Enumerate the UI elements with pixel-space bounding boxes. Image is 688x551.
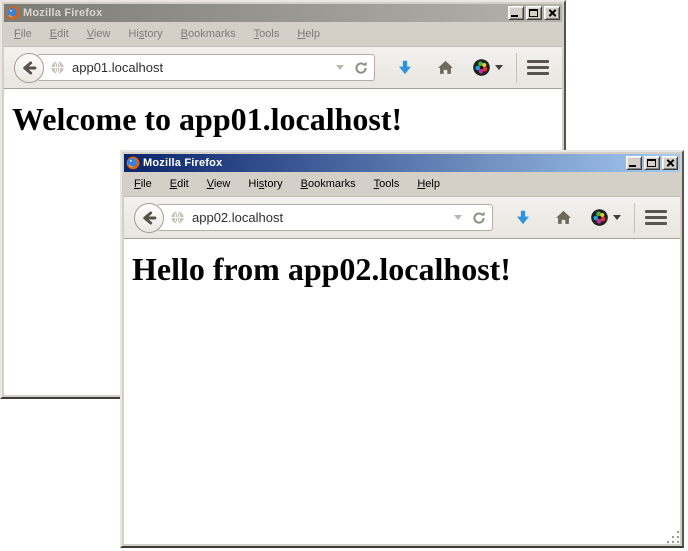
- url-text[interactable]: app02.localhost: [192, 210, 283, 225]
- download-icon: [396, 59, 414, 77]
- menu-edit[interactable]: Edit: [41, 24, 78, 44]
- close-icon: [663, 157, 677, 169]
- menu-file[interactable]: File: [5, 24, 41, 44]
- toolbar-separator: [516, 53, 517, 83]
- close-button[interactable]: [662, 156, 678, 170]
- menubar: File Edit View History Bookmarks Tools H…: [124, 172, 680, 196]
- back-icon: [20, 59, 38, 77]
- page-heading: Welcome to app01.localhost!: [4, 101, 562, 138]
- firefox-icon: [126, 156, 140, 170]
- addon-color-wheel-icon: [590, 208, 609, 227]
- globe-icon: [50, 60, 65, 75]
- home-button[interactable]: [429, 52, 461, 84]
- firefox-window-app02: Mozilla Firefox File Edit View History B…: [120, 150, 684, 548]
- addon-button[interactable]: [585, 202, 625, 234]
- location-dropdown-icon[interactable]: [336, 65, 344, 70]
- maximize-button[interactable]: [526, 6, 542, 20]
- back-icon: [140, 209, 158, 227]
- toolbar-separator: [634, 203, 635, 233]
- menu-bookmarks[interactable]: Bookmarks: [172, 24, 245, 44]
- menu-tools[interactable]: Tools: [365, 174, 409, 194]
- hamburger-menu-icon: [645, 210, 667, 213]
- firefox-icon: [6, 6, 20, 20]
- back-button[interactable]: [134, 203, 164, 233]
- home-icon: [555, 209, 572, 226]
- resize-grip[interactable]: [668, 532, 681, 545]
- addon-dropdown-icon: [495, 65, 503, 70]
- navigation-toolbar: app02.localhost: [124, 196, 680, 238]
- home-icon: [437, 59, 454, 76]
- close-icon: [545, 7, 559, 19]
- menu-history[interactable]: History: [119, 24, 171, 44]
- location-dropdown-icon[interactable]: [454, 215, 462, 220]
- home-button[interactable]: [547, 202, 579, 234]
- window-title: Mozilla Firefox: [23, 7, 102, 19]
- minimize-button[interactable]: [508, 6, 524, 20]
- download-button[interactable]: [507, 202, 539, 234]
- window-title: Mozilla Firefox: [143, 157, 222, 169]
- window-controls: [508, 6, 560, 20]
- menu-help[interactable]: Help: [288, 24, 329, 44]
- maximize-button[interactable]: [644, 156, 660, 170]
- hamburger-menu-icon: [527, 60, 549, 63]
- menu-tools[interactable]: Tools: [245, 24, 289, 44]
- menu-bookmarks[interactable]: Bookmarks: [292, 174, 365, 194]
- minimize-icon: [629, 165, 636, 167]
- addon-button[interactable]: [467, 52, 507, 84]
- desktop: Mozilla Firefox File Edit View History B…: [0, 0, 688, 551]
- back-button[interactable]: [14, 53, 44, 83]
- maximize-icon: [647, 159, 656, 167]
- minimize-icon: [511, 15, 518, 17]
- menu-view[interactable]: View: [78, 24, 120, 44]
- page-content: Hello from app02.localhost!: [124, 238, 680, 544]
- maximize-icon: [529, 9, 538, 17]
- url-text[interactable]: app01.localhost: [72, 60, 163, 75]
- navigation-toolbar: app01.localhost: [4, 46, 562, 88]
- url-bar[interactable]: app01.localhost: [37, 54, 375, 81]
- menu-file[interactable]: File: [125, 174, 161, 194]
- url-bar[interactable]: app02.localhost: [157, 204, 493, 231]
- window-controls: [626, 156, 678, 170]
- download-icon: [514, 209, 532, 227]
- menu-edit[interactable]: Edit: [161, 174, 198, 194]
- minimize-button[interactable]: [626, 156, 642, 170]
- menu-history[interactable]: History: [239, 174, 291, 194]
- titlebar[interactable]: Mozilla Firefox: [4, 4, 562, 22]
- globe-icon: [170, 210, 185, 225]
- titlebar[interactable]: Mozilla Firefox: [124, 154, 680, 172]
- reload-icon[interactable]: [471, 210, 487, 226]
- menu-button[interactable]: [524, 52, 552, 84]
- menu-view[interactable]: View: [198, 174, 240, 194]
- menubar: File Edit View History Bookmarks Tools H…: [4, 22, 562, 46]
- menu-help[interactable]: Help: [408, 174, 449, 194]
- menu-button[interactable]: [642, 202, 670, 234]
- download-button[interactable]: [389, 52, 421, 84]
- reload-icon[interactable]: [353, 60, 369, 76]
- close-button[interactable]: [544, 6, 560, 20]
- addon-dropdown-icon: [613, 215, 621, 220]
- page-heading: Hello from app02.localhost!: [124, 251, 680, 288]
- addon-color-wheel-icon: [472, 58, 491, 77]
